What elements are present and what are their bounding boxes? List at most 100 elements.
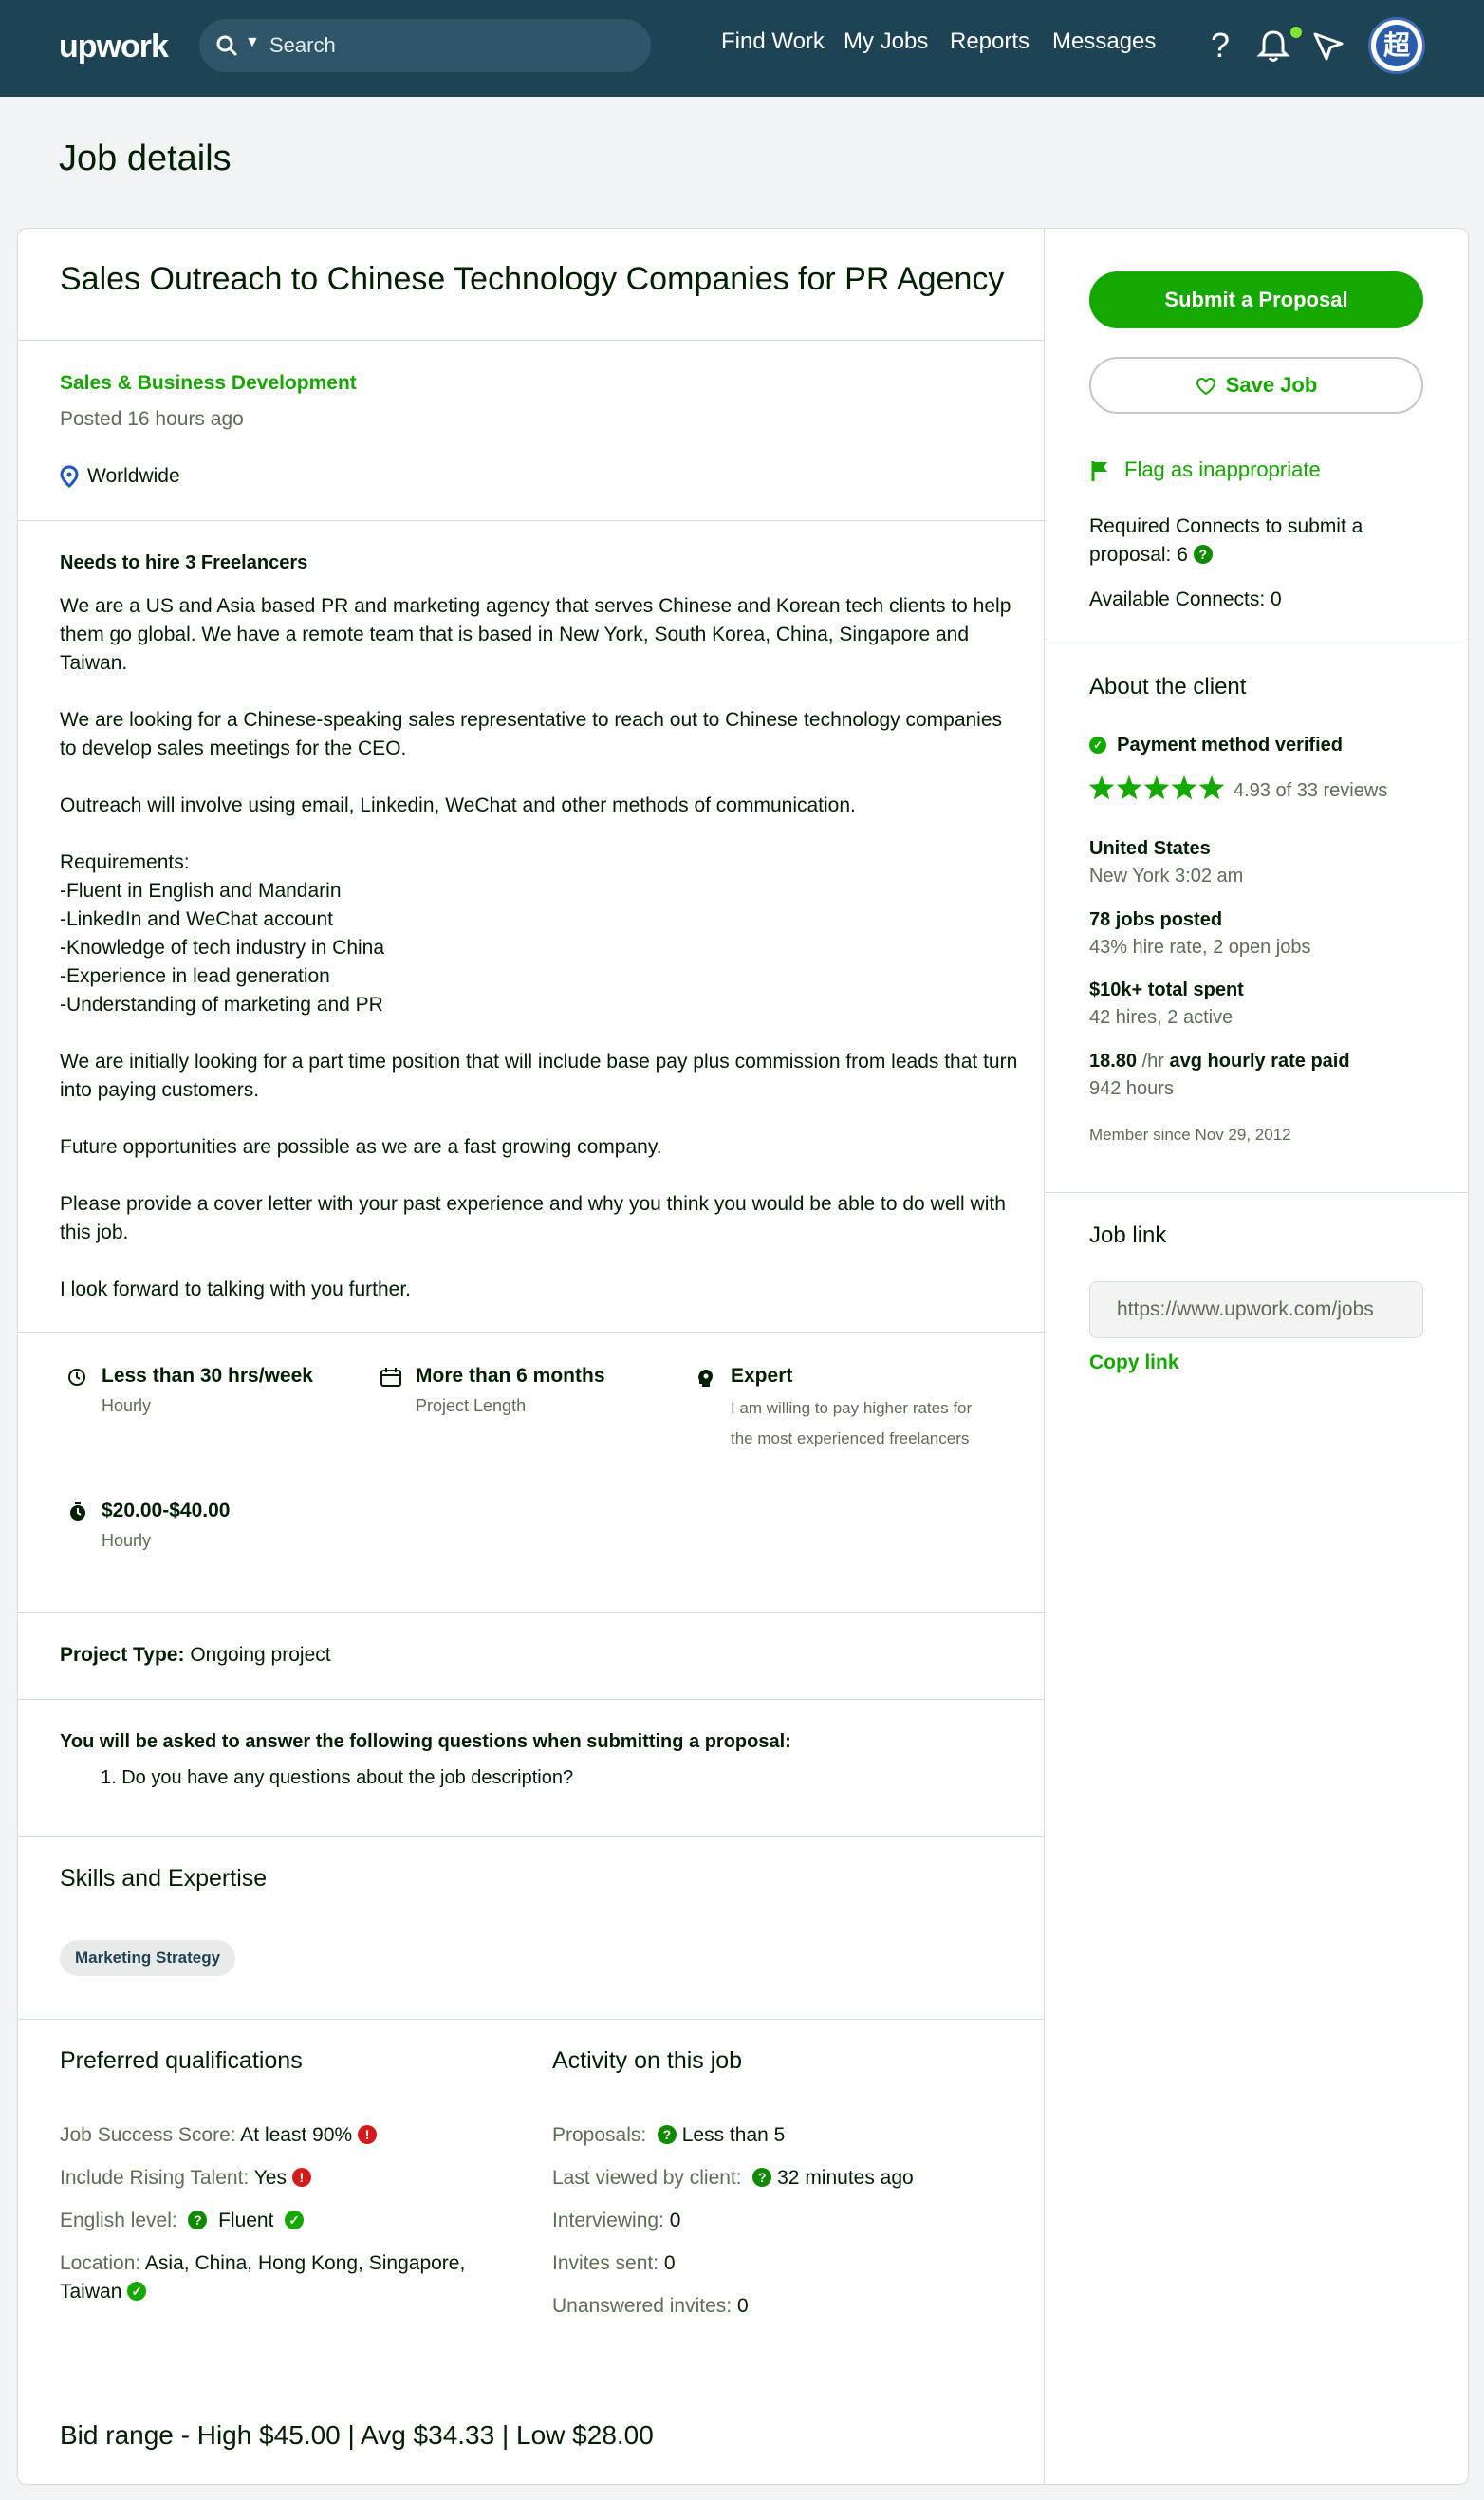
divider bbox=[17, 1612, 1044, 1613]
divider bbox=[17, 2019, 1044, 2020]
copy-link-button[interactable]: Copy link bbox=[1089, 1352, 1179, 1374]
unanswered-value: 0 bbox=[736, 2295, 749, 2317]
description-paragraph: Please provide a cover letter with your … bbox=[60, 1193, 1006, 1243]
last-viewed-label: Last viewed by client: bbox=[552, 2167, 742, 2189]
divider bbox=[17, 1699, 1044, 1700]
skills-heading: Skills and Expertise bbox=[60, 1865, 268, 1892]
english-label: English level: bbox=[60, 2210, 177, 2231]
verified-check-icon: ✓ bbox=[1089, 737, 1106, 754]
interviewing-label: Interviewing: bbox=[552, 2210, 664, 2231]
help-circle-icon[interactable]: ? bbox=[657, 2125, 677, 2144]
activity-invites-sent: Invites sent: 0 bbox=[552, 2252, 676, 2275]
star-icon bbox=[1198, 775, 1225, 800]
upwork-logo[interactable]: upwork bbox=[59, 28, 169, 65]
location-label: Location: bbox=[60, 2252, 141, 2274]
payment-verified: ✓ Payment method verified bbox=[1089, 735, 1343, 756]
activity-proposals: Proposals: ? Less than 5 bbox=[552, 2124, 785, 2147]
unanswered-label: Unanswered invites: bbox=[552, 2295, 733, 2317]
expert-head-icon bbox=[698, 1370, 713, 1387]
experience-level-description: I am willing to pay higher rates for the… bbox=[731, 1399, 973, 1447]
hire-count: Needs to hire 3 Freelancers bbox=[60, 552, 308, 573]
question-item: 1. Do you have any questions about the j… bbox=[101, 1767, 574, 1788]
available-connects: Available Connects: 0 bbox=[1089, 588, 1282, 610]
experience-level: Expert bbox=[731, 1365, 793, 1387]
description-paragraph: We are looking for a Chinese-speaking sa… bbox=[60, 709, 1003, 759]
location-pin-icon bbox=[60, 465, 79, 488]
job-success-score: Job Success Score: At least 90% ! bbox=[60, 2124, 378, 2147]
divider bbox=[17, 1332, 1044, 1333]
avatar[interactable]: 超 bbox=[1368, 17, 1425, 74]
save-job-button[interactable]: Save Job bbox=[1089, 357, 1423, 414]
help-circle-icon[interactable]: ? bbox=[1193, 545, 1213, 564]
star-icon bbox=[1116, 775, 1142, 800]
client-rating-stars bbox=[1088, 775, 1225, 800]
job-title: Sales Outreach to Chinese Technology Com… bbox=[60, 261, 1005, 297]
avg-rate-unit: /hr bbox=[1137, 1051, 1164, 1072]
activity-heading: Activity on this job bbox=[552, 2047, 743, 2074]
divider bbox=[1044, 1192, 1469, 1193]
client-rating-text: 4.93 of 33 reviews bbox=[1234, 780, 1388, 801]
divider bbox=[17, 1836, 1044, 1837]
help-circle-icon[interactable]: ? bbox=[752, 2168, 772, 2187]
description-paragraph: Future opportunities are possible as we … bbox=[60, 1136, 662, 1158]
help-circle-icon[interactable]: ? bbox=[188, 2211, 208, 2229]
description-requirements: Requirements: -Fluent in English and Man… bbox=[60, 851, 385, 1016]
project-type-label: Project Type: bbox=[60, 1644, 185, 1666]
skill-tag[interactable]: Marketing Strategy bbox=[60, 1940, 236, 1976]
notification-bell-icon[interactable] bbox=[1254, 25, 1292, 66]
client-member-since: Member since Nov 29, 2012 bbox=[1089, 1126, 1291, 1144]
svg-text:?: ? bbox=[1211, 26, 1230, 65]
last-viewed-value: 32 minutes ago bbox=[777, 2167, 914, 2189]
nav-reports[interactable]: Reports bbox=[950, 28, 1030, 55]
jss-value: At least 90% bbox=[240, 2124, 353, 2146]
invites-label: Invites sent: bbox=[552, 2252, 659, 2274]
payment-verified-label: Payment method verified bbox=[1117, 735, 1343, 756]
project-type-value: Ongoing project bbox=[190, 1644, 331, 1666]
nav-find-work[interactable]: Find Work bbox=[721, 28, 825, 55]
invites-value: 0 bbox=[663, 2252, 676, 2274]
job-category-link[interactable]: Sales & Business Development bbox=[60, 372, 357, 395]
flag-icon[interactable] bbox=[1089, 459, 1110, 482]
stopwatch-icon bbox=[70, 1502, 85, 1521]
hours-type: Hourly bbox=[102, 1396, 152, 1415]
nav-messages[interactable]: Messages bbox=[1052, 28, 1156, 55]
required-connects-value: proposal: 6 ? bbox=[1089, 544, 1213, 567]
bid-range: Bid range - High $45.00 | Avg $34.33 | L… bbox=[60, 2420, 654, 2450]
location-value: Asia, China, Hong Kong, Singapore, bbox=[144, 2252, 466, 2274]
job-description: We are a US and Asia based PR and market… bbox=[60, 592, 1018, 1304]
preferred-qualifications-heading: Preferred qualifications bbox=[60, 2047, 303, 2074]
top-navigation: upwork ▼ Find Work My Jobs Reports Messa… bbox=[0, 0, 1484, 97]
search-input[interactable] bbox=[269, 28, 630, 63]
star-icon bbox=[1171, 775, 1197, 800]
help-icon[interactable]: ? bbox=[1203, 25, 1241, 66]
nav-my-jobs[interactable]: My Jobs bbox=[844, 28, 928, 55]
search-icon[interactable] bbox=[213, 31, 241, 60]
column-divider bbox=[1044, 228, 1045, 2485]
job-location: Worldwide bbox=[87, 465, 180, 487]
search-bar[interactable]: ▼ bbox=[199, 19, 651, 72]
description-paragraph: Outreach will involve using email, Linke… bbox=[60, 794, 856, 816]
project-length: More than 6 months bbox=[416, 1365, 605, 1387]
check-circle-icon: ✓ bbox=[285, 2211, 305, 2229]
search-type-dropdown-icon[interactable]: ▼ bbox=[245, 34, 260, 51]
required-connects-count: proposal: 6 bbox=[1089, 544, 1188, 566]
required-connects: Required Connects to submit a bbox=[1089, 515, 1363, 537]
proposals-value: Less than 5 bbox=[681, 2124, 786, 2146]
client-hire-rate: 43% hire rate, 2 open jobs bbox=[1089, 937, 1311, 958]
avatar-glyph: 超 bbox=[1376, 25, 1418, 66]
location-value-continued: Taiwan bbox=[60, 2281, 122, 2303]
calendar-icon bbox=[380, 1368, 401, 1387]
description-paragraph: I look forward to talking with you furth… bbox=[60, 1278, 412, 1300]
location-preference-continued: Taiwan ✓ bbox=[60, 2281, 147, 2304]
job-link-field[interactable] bbox=[1089, 1281, 1423, 1338]
submit-proposal-button[interactable]: Submit a Proposal bbox=[1089, 271, 1423, 328]
check-circle-icon: ✓ bbox=[127, 2282, 147, 2301]
clock-icon bbox=[68, 1369, 85, 1386]
flag-inappropriate-link[interactable]: Flag as inappropriate bbox=[1124, 457, 1321, 482]
posted-time: Posted 16 hours ago bbox=[60, 408, 244, 430]
project-type: Project Type: Ongoing project bbox=[60, 1644, 331, 1667]
project-length-label: Project Length bbox=[416, 1396, 527, 1415]
client-hours: 942 hours bbox=[1089, 1078, 1174, 1099]
client-jobs-posted: 78 jobs posted bbox=[1089, 909, 1223, 930]
cursor-arrow-icon[interactable] bbox=[1309, 25, 1347, 66]
